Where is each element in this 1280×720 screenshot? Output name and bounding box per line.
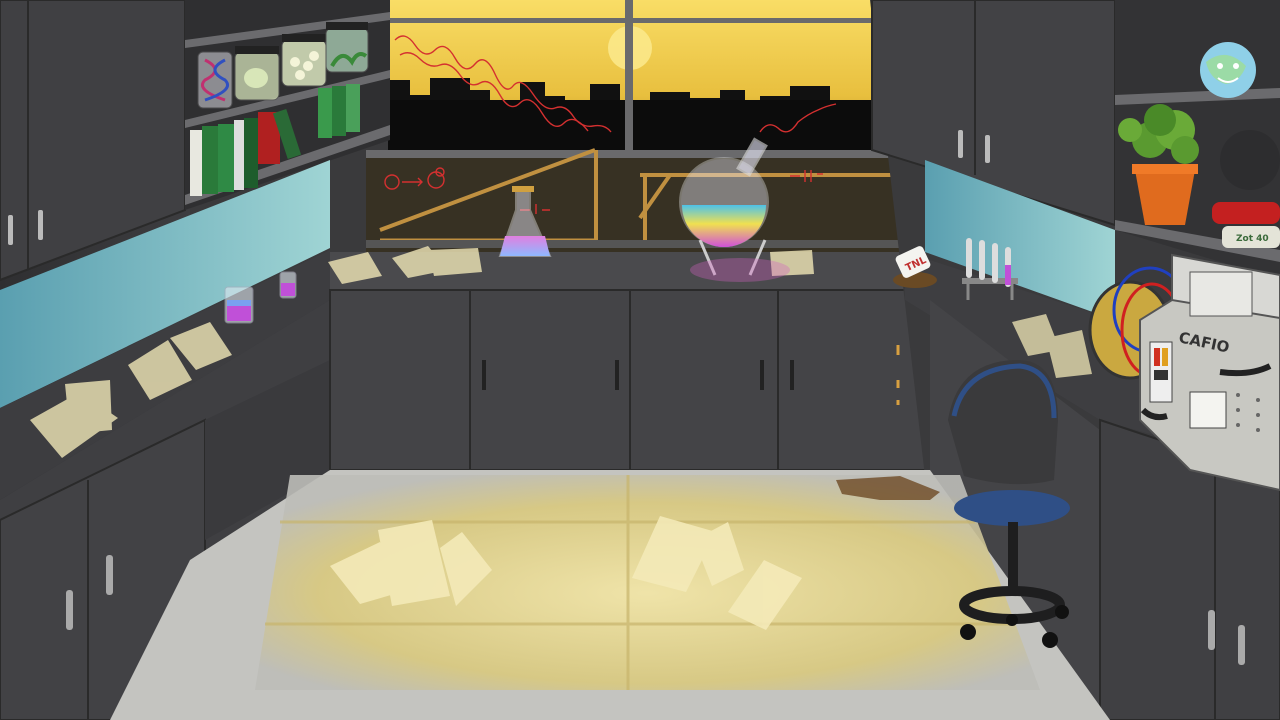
cabinet-handle[interactable] [615, 360, 619, 390]
cabinet-handle[interactable] [760, 360, 764, 390]
cabinet-handle[interactable] [790, 360, 794, 390]
cabinet-handle[interactable] [66, 590, 73, 630]
lab-scene: Zot 40 TNL CAFIO [0, 0, 1280, 720]
cabinet-handle[interactable] [1238, 625, 1245, 665]
cabinet-handle[interactable] [106, 555, 113, 595]
cabinet-handle[interactable] [985, 135, 990, 163]
glass-partition [366, 148, 906, 253]
beaker-small-left[interactable] [224, 286, 254, 324]
cabinet-handle[interactable] [958, 130, 963, 158]
back-counter [329, 252, 960, 471]
bottle-label: Zot 40 [1236, 234, 1269, 244]
cabinet-handle[interactable] [38, 210, 43, 240]
cabinet-handle[interactable] [1208, 610, 1215, 650]
cabinet-handle[interactable] [8, 215, 13, 245]
beaker-tiny-left[interactable] [279, 271, 297, 299]
dna-model[interactable] [197, 51, 233, 109]
cabinet-handle[interactable] [482, 360, 486, 390]
globe-ornament[interactable] [1200, 42, 1256, 98]
